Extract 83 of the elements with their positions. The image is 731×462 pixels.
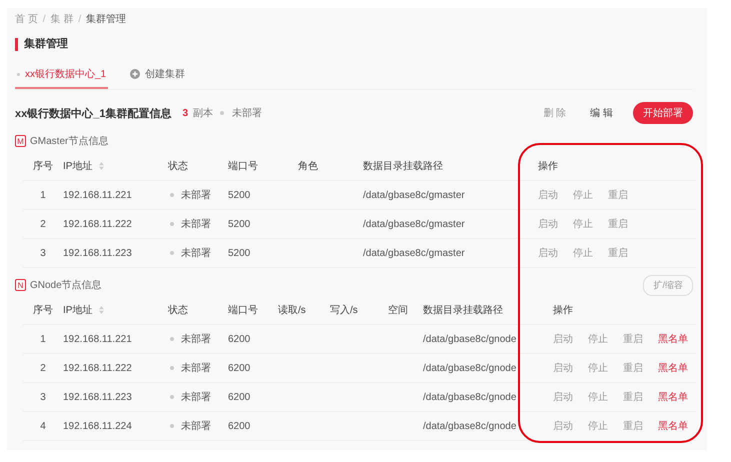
port-number: 6200	[228, 392, 250, 402]
breadcrumb-separator: /	[42, 14, 46, 24]
status-text: 未部署	[181, 188, 211, 202]
data-path: /data/gbase8c/gnode	[423, 362, 516, 374]
column-header: 数据目录挂载路径	[363, 160, 443, 173]
row-number: 4	[40, 420, 46, 432]
section-badge: N	[15, 279, 26, 291]
port-number: 5200	[228, 218, 250, 230]
deploy-button[interactable]: 开始部署	[633, 102, 693, 124]
tab[interactable]: xx银行数据中心_1	[15, 67, 108, 89]
breadcrumb-link[interactable]: 集 群	[50, 12, 74, 26]
status-dot	[170, 251, 174, 255]
data-path: /data/gbase8c/gnode	[423, 334, 516, 344]
port-number: 5200	[228, 248, 250, 258]
ip-address: 192.168.11.223	[63, 248, 132, 258]
section-title: GNode节点信息	[30, 278, 102, 292]
status-dot	[170, 222, 174, 226]
action-button[interactable]: 编 辑	[586, 106, 617, 120]
status-text: 未部署	[181, 246, 211, 260]
data-path: /data/gbase8c/gmaster	[363, 218, 465, 230]
ip-address: 192.168.11.221	[63, 190, 132, 200]
column-header: 角色	[298, 160, 318, 173]
column-header: 操作	[553, 304, 573, 317]
column-header: 操作	[538, 160, 558, 173]
status-dot	[170, 395, 174, 399]
column-header: 空间	[388, 304, 408, 317]
ip-address: 192.168.11.224	[63, 420, 132, 432]
row-number: 2	[40, 362, 46, 374]
column-header: 状态	[168, 304, 188, 317]
row-action-link[interactable]: 黑名单	[658, 419, 688, 433]
section-badge: M	[15, 135, 26, 147]
column-header: 数据目录挂载路径	[423, 304, 503, 317]
column-header: 序号	[33, 160, 53, 173]
port-number: 6200	[228, 420, 250, 432]
replica-label: 副本	[193, 106, 214, 120]
column-header: 读取/s	[278, 304, 306, 317]
status-text: 未部署	[181, 362, 211, 375]
page-title: 集群管理	[15, 38, 693, 51]
status-dot	[170, 337, 174, 341]
column-header: 写入/s	[330, 304, 358, 317]
status-text: 未部署	[181, 332, 211, 346]
status-dot	[220, 111, 224, 115]
column-header: 端口号	[228, 304, 258, 317]
ip-address: 192.168.11.222	[63, 218, 132, 230]
row-number: 3	[40, 392, 46, 402]
port-number: 5200	[228, 190, 250, 200]
breadcrumb-separator: /	[78, 14, 82, 24]
row-number: 2	[40, 218, 46, 230]
add-circle-icon	[130, 69, 140, 79]
port-number: 6200	[228, 334, 250, 344]
row-number: 3	[40, 248, 46, 258]
column-header: 端口号	[228, 160, 258, 173]
sort-icon[interactable]	[99, 306, 104, 314]
data-path: /data/gbase8c/gnode	[423, 392, 516, 402]
ip-address: 192.168.11.222	[63, 362, 132, 374]
row-action-link[interactable]: 黑名单	[658, 361, 688, 375]
column-header: 状态	[168, 160, 188, 173]
section-title: GMaster节点信息	[30, 134, 108, 148]
status-dot	[170, 424, 174, 428]
port-number: 6200	[228, 362, 250, 374]
breadcrumb-link[interactable]: 首 页	[15, 12, 38, 26]
row-action-link[interactable]: 黑名单	[658, 332, 688, 346]
status-text: 未部署	[181, 390, 211, 404]
tab[interactable]: 创建集群	[128, 67, 188, 89]
data-path: /data/gbase8c/gnode	[423, 420, 516, 432]
status-dot	[170, 193, 174, 197]
deploy-status: 未部署	[232, 106, 262, 120]
replica-count: 3	[182, 108, 188, 118]
row-number: 1	[40, 190, 46, 200]
data-path: /data/gbase8c/gmaster	[363, 190, 465, 200]
status-text: 未部署	[181, 218, 211, 231]
ip-address: 192.168.11.221	[63, 334, 132, 344]
column-header: 序号	[33, 304, 53, 317]
data-path: /data/gbase8c/gmaster	[363, 248, 465, 258]
row-action-link[interactable]: 黑名单	[658, 390, 688, 404]
column-header: IP地址	[63, 304, 92, 317]
row-number: 1	[40, 334, 46, 344]
status-dot	[170, 366, 174, 370]
config-title: xx银行数据中心_1集群配置信息	[15, 106, 172, 120]
sort-icon[interactable]	[99, 162, 104, 170]
status-text: 未部署	[181, 420, 211, 433]
ip-address: 192.168.11.223	[63, 392, 132, 402]
column-header: IP地址	[63, 160, 92, 173]
